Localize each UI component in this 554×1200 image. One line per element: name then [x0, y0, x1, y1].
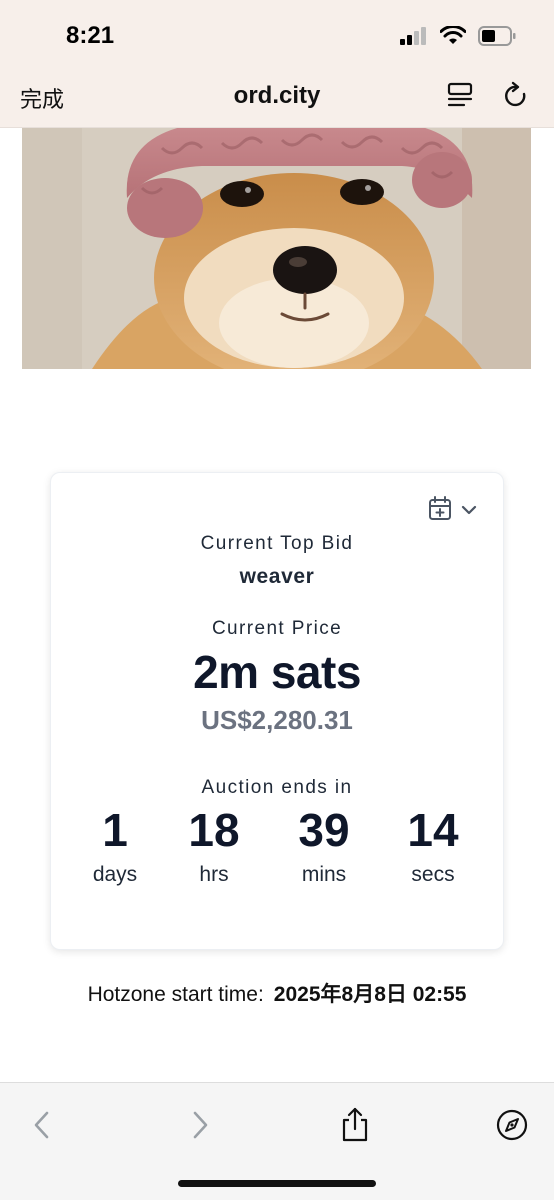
countdown-unit: secs	[411, 863, 455, 886]
price-label: Current Price	[211, 618, 343, 639]
hotzone-value: 2025年8月8日 02:55	[273, 983, 467, 1006]
add-to-calendar-button[interactable]	[427, 495, 477, 528]
compass-icon[interactable]	[492, 1105, 532, 1145]
countdown-seconds: 14 secs	[378, 803, 488, 887]
auction-card: Current Top Bid weaver Current Price 2m …	[50, 472, 504, 950]
shiba-dog-pink-hat-image	[22, 128, 531, 369]
current-price: 2m sats	[193, 646, 361, 698]
status-bar: 8:21	[0, 0, 554, 70]
home-indicator	[178, 1180, 376, 1187]
countdown: 1 days 18 hrs 39 mins 14 secs	[51, 803, 503, 893]
price-usd: US$2,280.31	[201, 705, 353, 735]
countdown-minutes: 39 mins	[269, 803, 379, 887]
auction-ends-label: Auction ends in	[201, 777, 353, 798]
countdown-value: 39	[298, 804, 350, 856]
battery-icon	[478, 26, 516, 51]
hotzone-start-time: Hotzone start time: 2025年8月8日 02:55	[0, 978, 554, 1008]
browser-header: 完成 ord.city	[0, 70, 554, 128]
countdown-days: 1 days	[60, 803, 170, 887]
top-bid-label: Current Top Bid	[200, 533, 354, 554]
wifi-icon	[439, 25, 467, 51]
calendar-plus-icon	[427, 495, 455, 528]
status-time: 8:21	[66, 22, 115, 49]
countdown-unit: days	[92, 863, 138, 886]
share-icon[interactable]	[335, 1105, 375, 1145]
countdown-unit: hrs	[199, 863, 229, 886]
hotzone-label: Hotzone start time:	[87, 983, 264, 1006]
status-icons	[400, 25, 516, 51]
countdown-unit: mins	[301, 863, 347, 886]
forward-chevron-icon[interactable]	[180, 1105, 220, 1145]
chevron-down-icon	[461, 503, 477, 521]
reload-icon[interactable]	[502, 80, 532, 112]
top-bidder: weaver	[239, 565, 315, 588]
countdown-value: 14	[407, 804, 459, 856]
hero-image	[22, 128, 531, 369]
countdown-value: 1	[102, 804, 128, 856]
countdown-value: 18	[188, 804, 240, 856]
reader-list-icon[interactable]	[446, 80, 476, 112]
back-chevron-icon[interactable]	[22, 1105, 62, 1145]
countdown-hours: 18 hrs	[159, 803, 269, 887]
cellular-signal-icon	[400, 27, 428, 50]
